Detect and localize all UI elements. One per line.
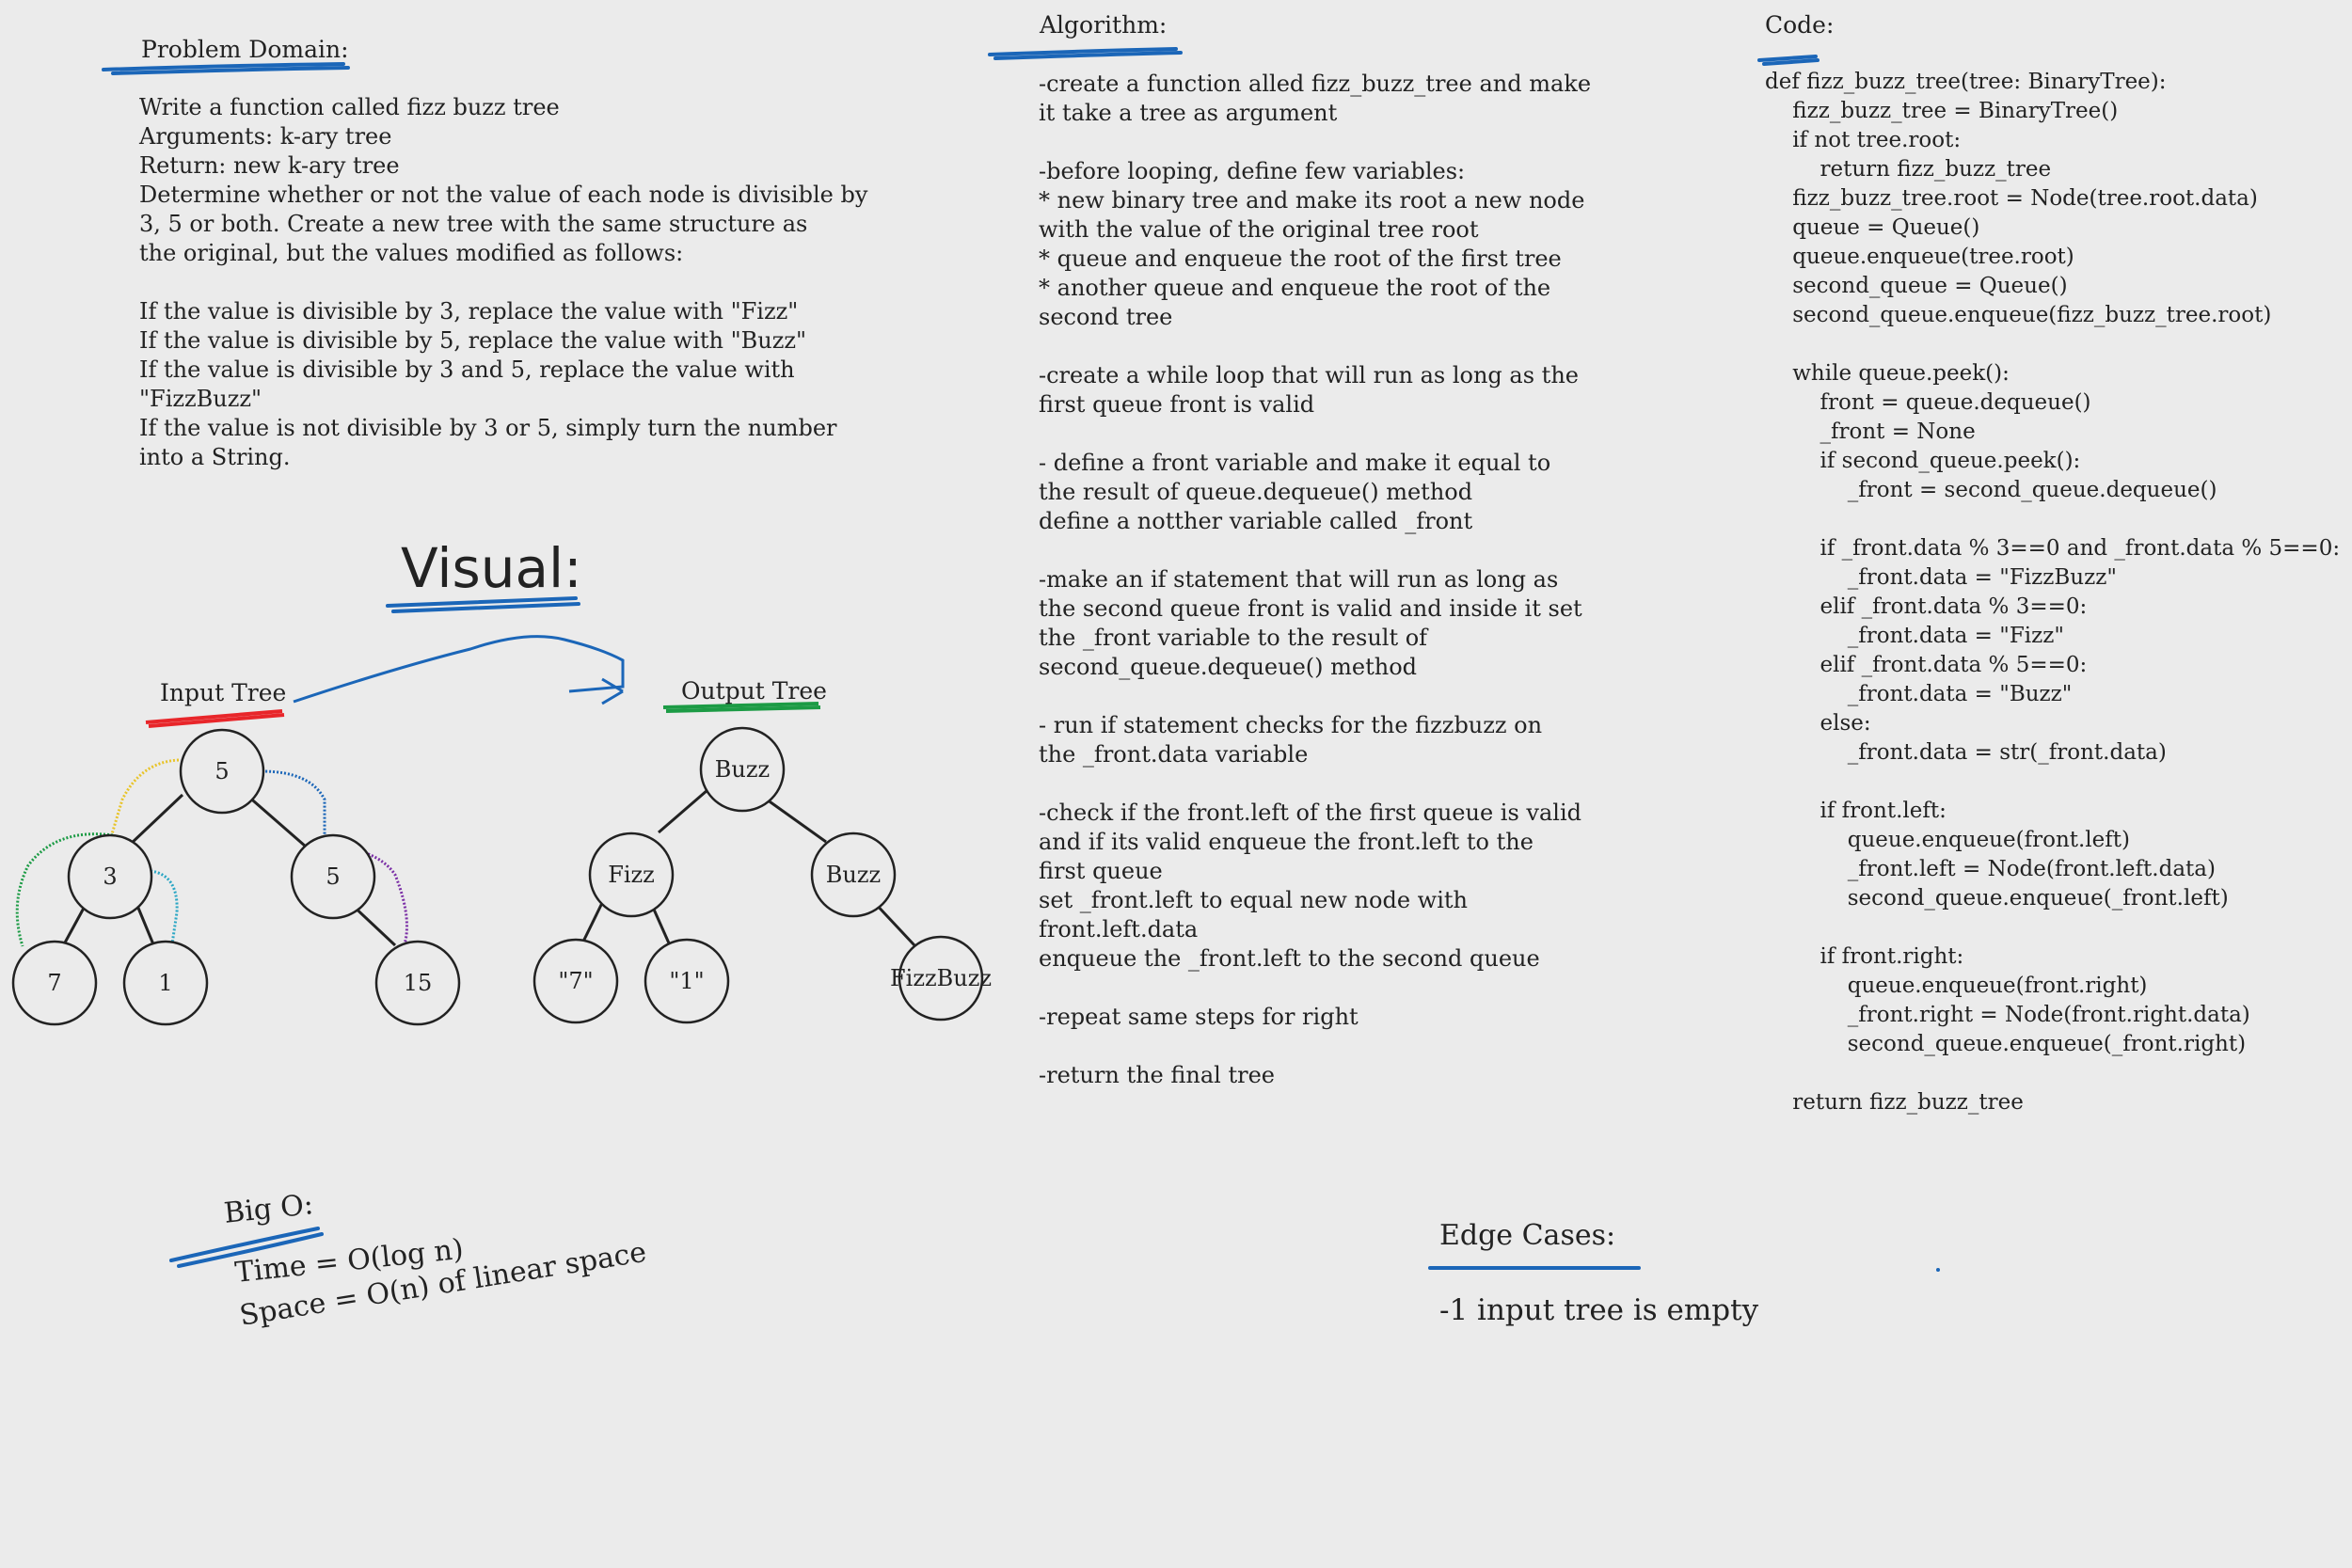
output-node-label-0: Buzz [715, 756, 770, 783]
input-node-label-0: 5 [215, 758, 229, 784]
stray-dot [1936, 1268, 1940, 1272]
input-node-label-3: 7 [47, 970, 61, 996]
input-node-label-1: 3 [103, 863, 117, 890]
output-node-label-4: "1" [669, 968, 704, 994]
output-node-label-5: FizzBuzz [890, 965, 992, 991]
output-node-label-3: "7" [558, 968, 593, 994]
input-tree-nodes [11, 728, 461, 1026]
output-node-label-1: Fizz [608, 862, 655, 888]
drawing-canvas: 53 57 1 15 BuzzFizz Buzz"7" "1" FizzBuzz [11, 47, 1940, 1272]
transform-arrow [293, 635, 625, 705]
input-node-label-4: 1 [158, 970, 172, 996]
input-node-label-5: 15 [404, 970, 433, 996]
heading-underlines [102, 47, 1820, 1271]
output-node-label-2: Buzz [826, 862, 881, 888]
input-label-underline [145, 709, 285, 728]
output-label-underline [662, 702, 821, 713]
input-node-label-2: 5 [326, 863, 340, 890]
